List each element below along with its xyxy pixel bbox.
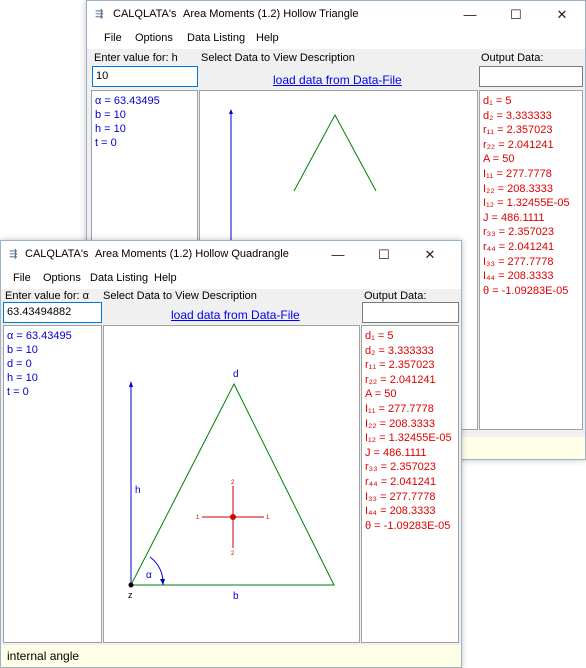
value-input[interactable]: 10 <box>92 66 198 87</box>
param-item[interactable]: h = 10 <box>4 371 101 385</box>
app-name: CALQLATA's <box>113 8 177 20</box>
param-item[interactable]: t = 0 <box>4 385 101 399</box>
enter-value-label: Enter value for: α <box>5 290 90 302</box>
output-item[interactable]: A = 50 <box>362 387 458 402</box>
output-item[interactable]: d₁ = 5 <box>362 329 458 344</box>
arrow-up-icon <box>229 109 233 114</box>
param-item[interactable]: b = 10 <box>92 108 197 122</box>
hollow-quadrangle-window: ⇶ CALQLATA's Area Moments (1.2) Hollow Q… <box>0 240 462 668</box>
status-bar: internal angle <box>1 645 461 667</box>
output-item[interactable]: I₄₄ = 208.3333 <box>480 269 582 284</box>
window-title: Area Moments (1.2) Hollow Triangle <box>183 8 359 20</box>
output-item[interactable]: θ = -1.09283E-05 <box>362 519 458 534</box>
output-item[interactable]: d₂ = 3.333333 <box>480 109 582 124</box>
menu-data-listing[interactable]: Data Listing <box>187 32 245 44</box>
arrow-down-icon <box>160 579 165 585</box>
menu-options[interactable]: Options <box>43 272 81 284</box>
value-input[interactable]: 63.43494882 <box>3 302 102 323</box>
quadrangle-diagram: h d b α z 2 2 1 1 <box>128 369 335 602</box>
app-icon: ⇶ <box>95 9 104 20</box>
maximize-button[interactable]: ☐ <box>493 1 539 29</box>
output-list[interactable]: d₁ = 5 d₂ = 3.333333 r₁₁ = 2.357023 r₂₂ … <box>361 325 459 643</box>
alpha-label: α <box>146 570 152 581</box>
load-data-link[interactable]: load data from Data-File <box>273 73 402 87</box>
output-data-label: Output Data: <box>481 52 544 64</box>
output-item[interactable]: r₄₄ = 2.041241 <box>362 475 458 490</box>
output-description-field[interactable] <box>479 66 583 87</box>
title-bar[interactable]: ⇶ CALQLATA's Area Moments (1.2) Hollow Q… <box>1 241 461 269</box>
h-label: h <box>135 485 141 496</box>
output-item[interactable]: r₄₄ = 2.041241 <box>480 240 582 255</box>
output-item[interactable]: r₂₂ = 2.041241 <box>480 138 582 153</box>
param-item[interactable]: b = 10 <box>4 343 101 357</box>
arrow-up-icon <box>129 381 133 387</box>
diagram-panel: h d b α z 2 2 1 1 <box>103 325 360 643</box>
output-item[interactable]: A = 50 <box>480 152 582 167</box>
output-description-field[interactable] <box>362 302 459 323</box>
output-item[interactable]: θ = -1.09283E-05 <box>480 284 582 299</box>
param-item[interactable]: h = 10 <box>92 122 197 136</box>
output-list[interactable]: d₁ = 5 d₂ = 3.333333 r₁₁ = 2.357023 r₂₂ … <box>479 90 583 430</box>
origin-point <box>128 582 134 588</box>
param-item[interactable]: α = 63.43495 <box>92 94 197 108</box>
menu-bar: File Options Data Listing Help <box>87 29 585 49</box>
menu-file[interactable]: File <box>13 272 31 284</box>
menu-options[interactable]: Options <box>135 32 173 44</box>
output-item[interactable]: I₂₂ = 208.3333 <box>362 417 458 432</box>
output-data-label: Output Data: <box>364 290 427 302</box>
select-data-label: Select Data to View Description <box>103 290 257 302</box>
select-data-label: Select Data to View Description <box>201 52 355 64</box>
window-title: Area Moments (1.2) Hollow Quadrangle <box>95 248 289 260</box>
enter-value-label: Enter value for: h <box>94 52 178 64</box>
output-item[interactable]: I₁₂ = 1.32455E-05 <box>480 196 582 211</box>
axis-1-right-label: 1 <box>266 515 270 521</box>
param-item[interactable]: t = 0 <box>92 136 197 150</box>
output-item[interactable]: J = 486.1111 <box>480 211 582 226</box>
d-label: d <box>233 369 239 380</box>
output-item[interactable]: I₁₁ = 277.7778 <box>480 167 582 182</box>
menu-help[interactable]: Help <box>154 272 177 284</box>
parameters-list[interactable]: α = 63.43495 b = 10 d = 0 h = 10 t = 0 <box>3 325 102 643</box>
param-item[interactable]: d = 0 <box>4 357 101 371</box>
app-name: CALQLATA's <box>25 248 89 260</box>
output-item[interactable]: r₃₃ = 2.357023 <box>480 225 582 240</box>
output-item[interactable]: d₂ = 3.333333 <box>362 344 458 359</box>
output-item[interactable]: I₄₄ = 208.3333 <box>362 504 458 519</box>
minimize-button[interactable]: — <box>447 1 493 29</box>
close-button[interactable]: ✕ <box>407 241 453 269</box>
axis-1-left-label: 1 <box>196 515 200 521</box>
output-item[interactable]: r₁₁ = 2.357023 <box>480 123 582 138</box>
param-item[interactable]: α = 63.43495 <box>4 329 101 343</box>
output-item[interactable]: r₁₁ = 2.357023 <box>362 358 458 373</box>
axis-2-top-label: 2 <box>231 480 235 486</box>
centroid-point <box>230 514 236 520</box>
output-item[interactable]: I₃₃ = 277.7778 <box>362 490 458 505</box>
menu-help[interactable]: Help <box>256 32 279 44</box>
load-data-link[interactable]: load data from Data-File <box>171 308 300 322</box>
b-label: b <box>233 591 239 602</box>
output-item[interactable]: I₃₃ = 277.7778 <box>480 255 582 270</box>
title-bar[interactable]: ⇶ CALQLATA's Area Moments (1.2) Hollow T… <box>87 1 585 29</box>
maximize-button[interactable]: ☐ <box>361 241 407 269</box>
minimize-button[interactable]: — <box>315 241 361 269</box>
output-item[interactable]: r₃₃ = 2.357023 <box>362 460 458 475</box>
output-item[interactable]: d₁ = 5 <box>480 94 582 109</box>
output-item[interactable]: r₂₂ = 2.041241 <box>362 373 458 388</box>
output-item[interactable]: I₂₂ = 208.3333 <box>480 182 582 197</box>
app-icon: ⇶ <box>9 249 18 260</box>
triangle-outline <box>293 113 377 192</box>
close-button[interactable]: ✕ <box>539 1 585 29</box>
output-item[interactable]: I₁₂ = 1.32455E-05 <box>362 431 458 446</box>
z-label: z <box>128 590 133 600</box>
axis-2-bottom-label: 2 <box>231 551 235 557</box>
output-item[interactable]: I₁₁ = 277.7778 <box>362 402 458 417</box>
menu-data-listing[interactable]: Data Listing <box>90 272 148 284</box>
output-item[interactable]: J = 486.1111 <box>362 446 458 461</box>
window-body: Enter value for: α 63.43494882 Select Da… <box>1 289 461 667</box>
menu-file[interactable]: File <box>104 32 122 44</box>
menu-bar: File Options Data Listing Help <box>1 269 461 289</box>
